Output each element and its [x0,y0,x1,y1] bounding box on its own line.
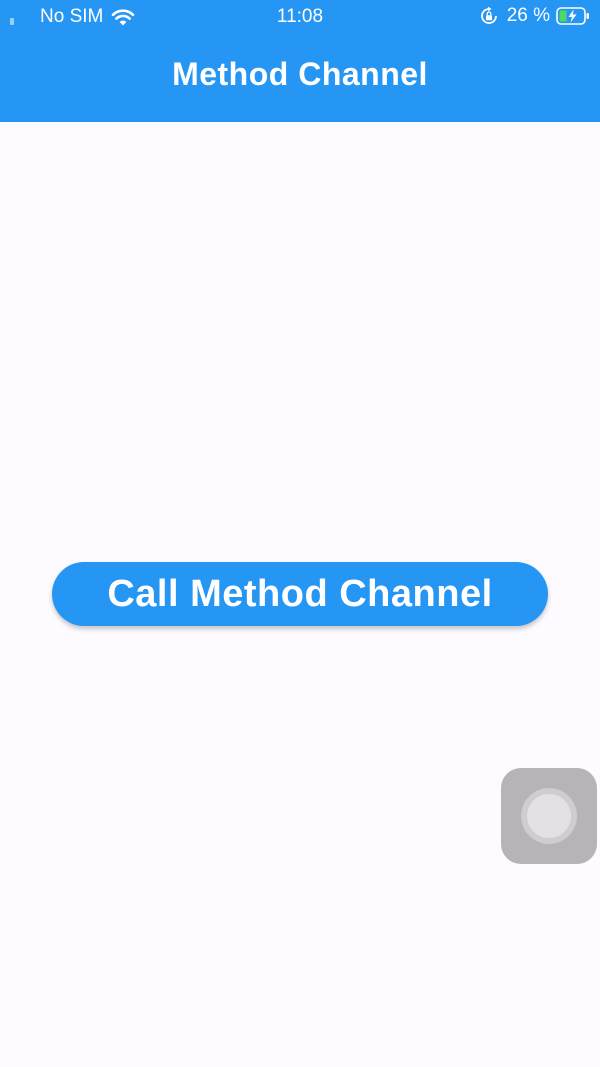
app-bar: No SIM 11:08 26 % Method Channel [0,0,600,122]
assistive-touch-icon[interactable] [501,768,597,864]
assistive-touch-core [527,794,571,838]
call-method-channel-button[interactable]: Call Method Channel [52,562,548,626]
orientation-lock-icon [480,6,497,24]
status-right: 26 % [479,5,590,27]
status-bar: No SIM 11:08 26 % [0,0,600,34]
page-title: Method Channel [172,56,428,92]
battery-charging-icon [556,7,589,25]
battery-percent: 26 % [506,5,550,26]
app-screen: No SIM 11:08 26 % Method Channel Call Me… [0,0,600,1067]
